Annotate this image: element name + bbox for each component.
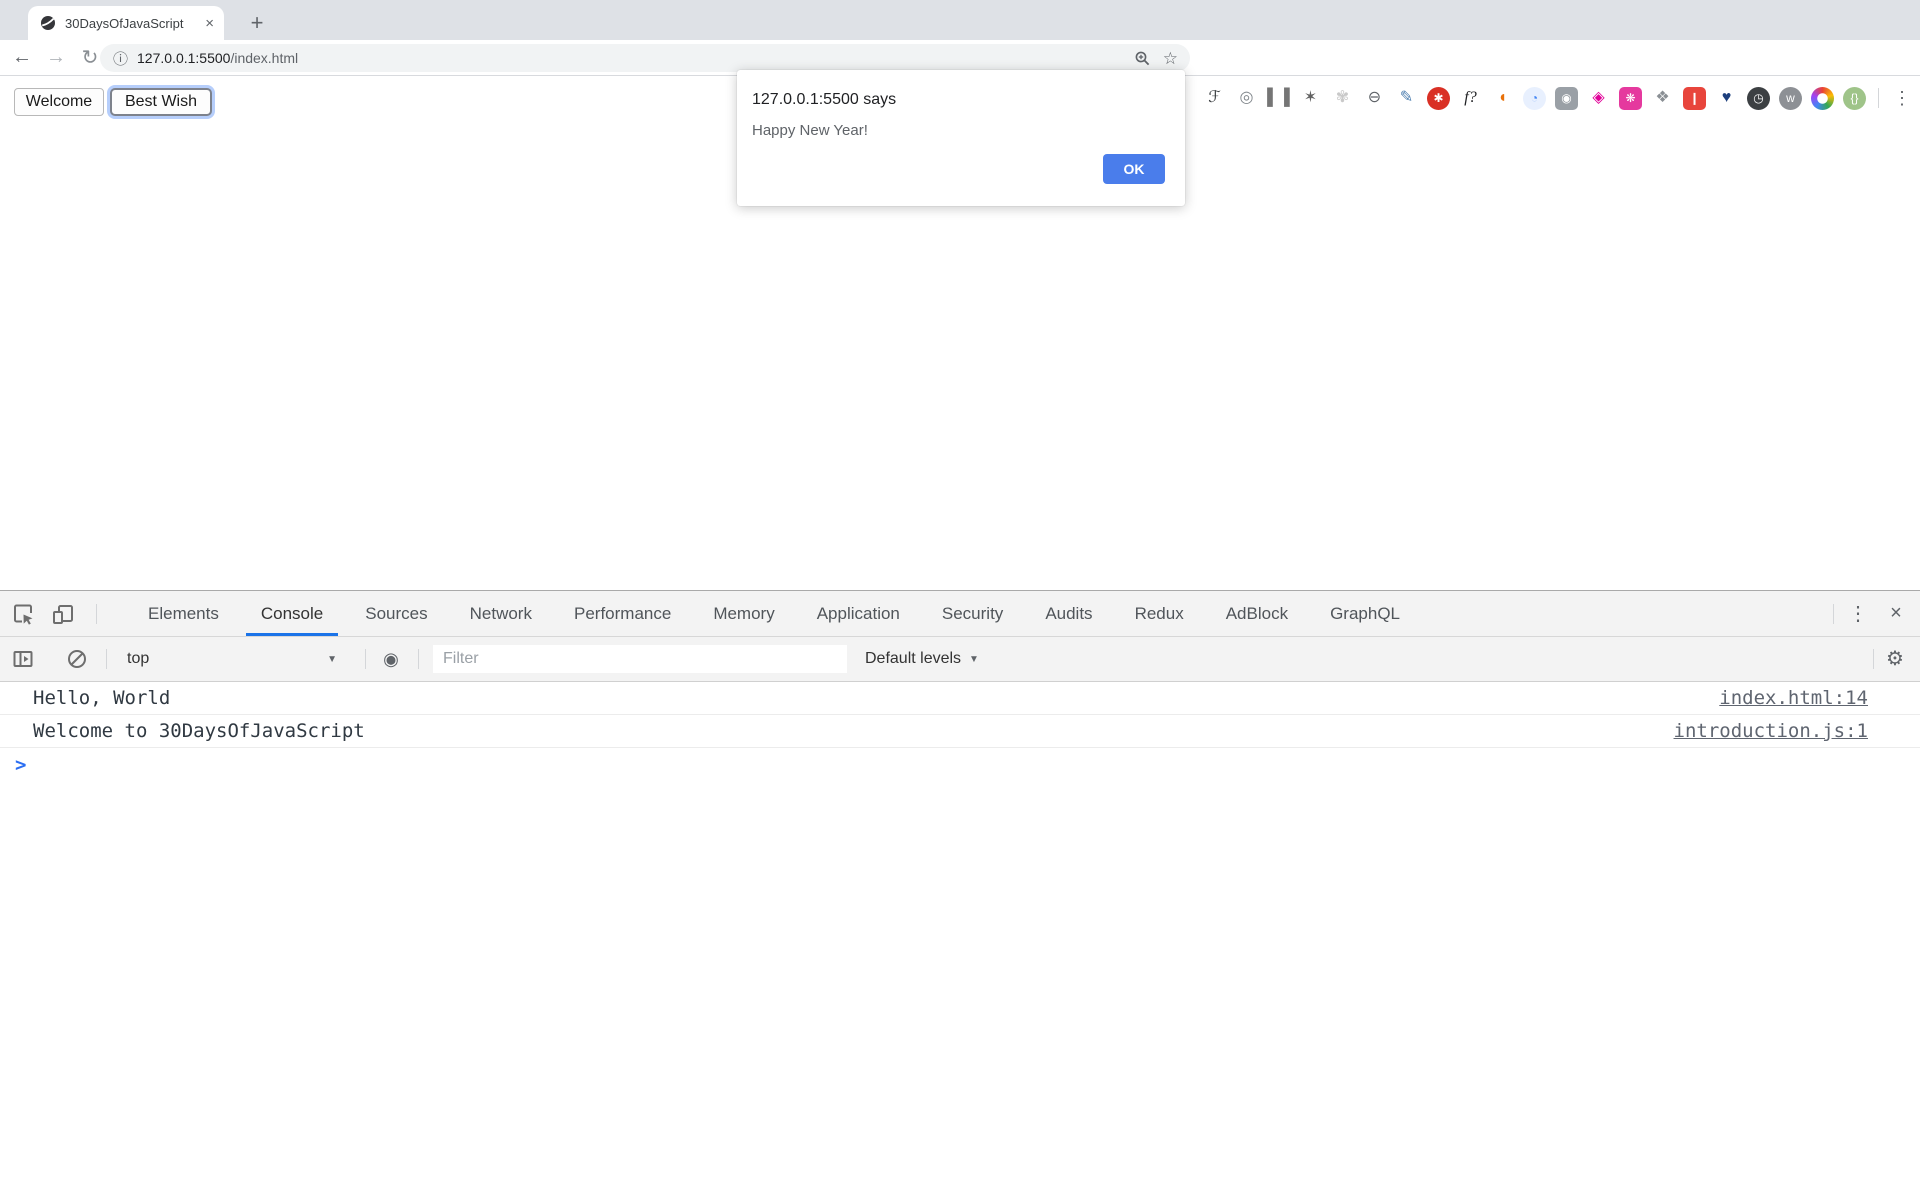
log-levels-caret-icon: ▼	[969, 654, 979, 665]
console-sidebar-toggle-icon[interactable]	[10, 646, 36, 672]
console-toolbar: top ▼ ◉ Default levels ▼ ⚙	[0, 637, 1920, 682]
console-settings-gear-icon[interactable]: ⚙	[1882, 646, 1908, 672]
circled-minus-icon[interactable]: ⊖	[1363, 87, 1386, 110]
devtools-tab-sources[interactable]: Sources	[344, 591, 448, 636]
orbit-icon[interactable]: ◎	[1235, 87, 1258, 110]
devtools-close-icon[interactable]: ×	[1882, 602, 1910, 625]
log-levels-label: Default levels	[865, 650, 961, 668]
eyedropper-icon[interactable]: ✎	[1395, 87, 1418, 110]
console-toolbar-separator2	[365, 649, 366, 669]
devtools-tab-network[interactable]: Network	[449, 591, 553, 636]
omnibox-actions: ☆	[1134, 50, 1178, 67]
new-tab-button[interactable]: +	[240, 6, 274, 40]
devtools-tab-security[interactable]: Security	[921, 591, 1024, 636]
alert-ok-button[interactable]: OK	[1103, 154, 1165, 184]
devtools-tabbar-tabs: ElementsConsoleSourcesNetworkPerformance…	[127, 591, 1421, 636]
javascript-context-select[interactable]: top ▼	[109, 650, 349, 668]
redux-atom-icon[interactable]: ❋	[1619, 87, 1642, 110]
url-path: /index.html	[230, 50, 298, 66]
devtools-tab-adblock[interactable]: AdBlock	[1205, 591, 1309, 636]
context-caret-icon: ▼	[327, 654, 337, 665]
devtools-panel: ElementsConsoleSourcesNetworkPerformance…	[0, 590, 1920, 1196]
color-ring-icon[interactable]	[1811, 87, 1834, 110]
swirl-icon[interactable]: ◔	[1523, 87, 1546, 110]
console-filter-input[interactable]	[433, 645, 847, 673]
console-source-link[interactable]: index.html:14	[1719, 687, 1868, 709]
devtools-tab-audits[interactable]: Audits	[1024, 591, 1113, 636]
devtools-tab-application[interactable]: Application	[796, 591, 921, 636]
forward-icon[interactable]: →	[40, 40, 72, 75]
devtools-tab-memory[interactable]: Memory	[692, 591, 795, 636]
graphql-icon[interactable]: ◈	[1587, 87, 1610, 110]
address-bar[interactable]: ⓘ 127.0.0.1:5500/index.html ☆	[100, 44, 1190, 72]
toolbar-separator	[1878, 88, 1879, 108]
alert-dialog: 127.0.0.1:5500 says Happy New Year! OK	[737, 70, 1185, 206]
devtools-tab-performance[interactable]: Performance	[553, 591, 692, 636]
bookmark-icon[interactable]: ❙	[1683, 87, 1706, 110]
console-settings-separator	[1873, 649, 1874, 669]
page-info-icon[interactable]: ⓘ	[113, 48, 128, 69]
console-toolbar-separator3	[418, 649, 419, 669]
live-expression-eye-icon[interactable]: ◉	[378, 646, 404, 672]
tab-title: 30DaysOfJavaScript	[65, 16, 205, 31]
megaphone-icon[interactable]: ◖	[1491, 87, 1514, 110]
tabbar-right-separator	[1833, 604, 1834, 624]
devtools-tab-redux[interactable]: Redux	[1114, 591, 1205, 636]
console-source-link[interactable]: introduction.js:1	[1674, 720, 1868, 742]
url-host: 127.0.0.1:5500	[137, 50, 230, 66]
back-icon[interactable]: ←	[6, 40, 38, 75]
columns-icon[interactable]: ▌▐	[1267, 87, 1290, 110]
tab-close-icon[interactable]: ×	[205, 16, 214, 31]
bookmark-star-icon[interactable]: ☆	[1163, 50, 1178, 67]
console-message-row: Welcome to 30DaysOfJavaScriptintroductio…	[0, 715, 1920, 748]
browser-tab[interactable]: 30DaysOfJavaScript ×	[28, 6, 224, 40]
json-viewer-icon[interactable]: {}	[1843, 87, 1866, 110]
console-message-row: Hello, Worldindex.html:14	[0, 682, 1920, 715]
zoom-icon[interactable]	[1134, 50, 1151, 67]
inspect-element-icon[interactable]	[10, 601, 36, 627]
alert-message: Happy New Year!	[752, 122, 1169, 139]
flower-icon[interactable]: ✾	[1331, 87, 1354, 110]
console-toolbar-separator	[106, 649, 107, 669]
browser-window: 30DaysOfJavaScript × + ← → ↻ ⓘ 127.0.0.1…	[0, 0, 1920, 1196]
tag-manager-icon[interactable]: ❖	[1651, 87, 1674, 110]
console-prompt[interactable]: >	[0, 748, 1920, 781]
f-question-icon[interactable]: f?	[1459, 87, 1482, 110]
devtools-tab-graphql[interactable]: GraphQL	[1309, 591, 1421, 636]
devtools-tab-elements[interactable]: Elements	[127, 591, 240, 636]
tabbar-separator	[96, 604, 97, 624]
wave-icon[interactable]: w	[1779, 87, 1802, 110]
extensions-bar: ℱ ◎ ▌▐ ✶ ✾ ⊖ ✎ ✱ f? ◖ ◔ ◉ ◈ ❋ ❖ ❙ ♥ ◷ w {} ⋮	[1203, 80, 1916, 116]
devtools-menu-icon[interactable]: ⋮	[1844, 601, 1872, 626]
log-levels-select[interactable]: Default levels ▼	[865, 650, 979, 668]
bug-icon[interactable]: ✶	[1299, 87, 1322, 110]
devtools-tabbar-right: ⋮ ×	[1833, 601, 1910, 626]
best-wish-button[interactable]: Best Wish	[110, 88, 212, 116]
camera-icon[interactable]: ◉	[1555, 87, 1578, 110]
device-toolbar-icon[interactable]	[50, 601, 76, 627]
chrome-menu-icon[interactable]: ⋮	[1888, 88, 1916, 109]
clear-console-icon[interactable]	[64, 646, 90, 672]
devtools-tabbar: ElementsConsoleSourcesNetworkPerformance…	[0, 591, 1920, 637]
clock-icon[interactable]: ◷	[1747, 87, 1770, 110]
devtools-tab-console[interactable]: Console	[240, 591, 344, 636]
context-label: top	[127, 650, 149, 668]
favicon-globe-icon	[40, 15, 56, 31]
scriptish-f-icon[interactable]: ℱ	[1203, 87, 1226, 110]
url-text: 127.0.0.1:5500/index.html	[137, 50, 298, 66]
console-message-text: Hello, World	[33, 687, 1719, 709]
console-prompt-chevron-icon: >	[15, 754, 26, 776]
console-messages: Hello, Worldindex.html:14Welcome to 30Da…	[0, 682, 1920, 748]
stop-hand-icon[interactable]: ✱	[1427, 87, 1450, 110]
heart-search-icon[interactable]: ♥	[1715, 87, 1738, 110]
alert-title: 127.0.0.1:5500 says	[752, 91, 1169, 109]
console-message-text: Welcome to 30DaysOfJavaScript	[33, 720, 1674, 742]
tab-strip: 30DaysOfJavaScript × +	[0, 0, 1920, 40]
welcome-button[interactable]: Welcome	[14, 88, 104, 116]
